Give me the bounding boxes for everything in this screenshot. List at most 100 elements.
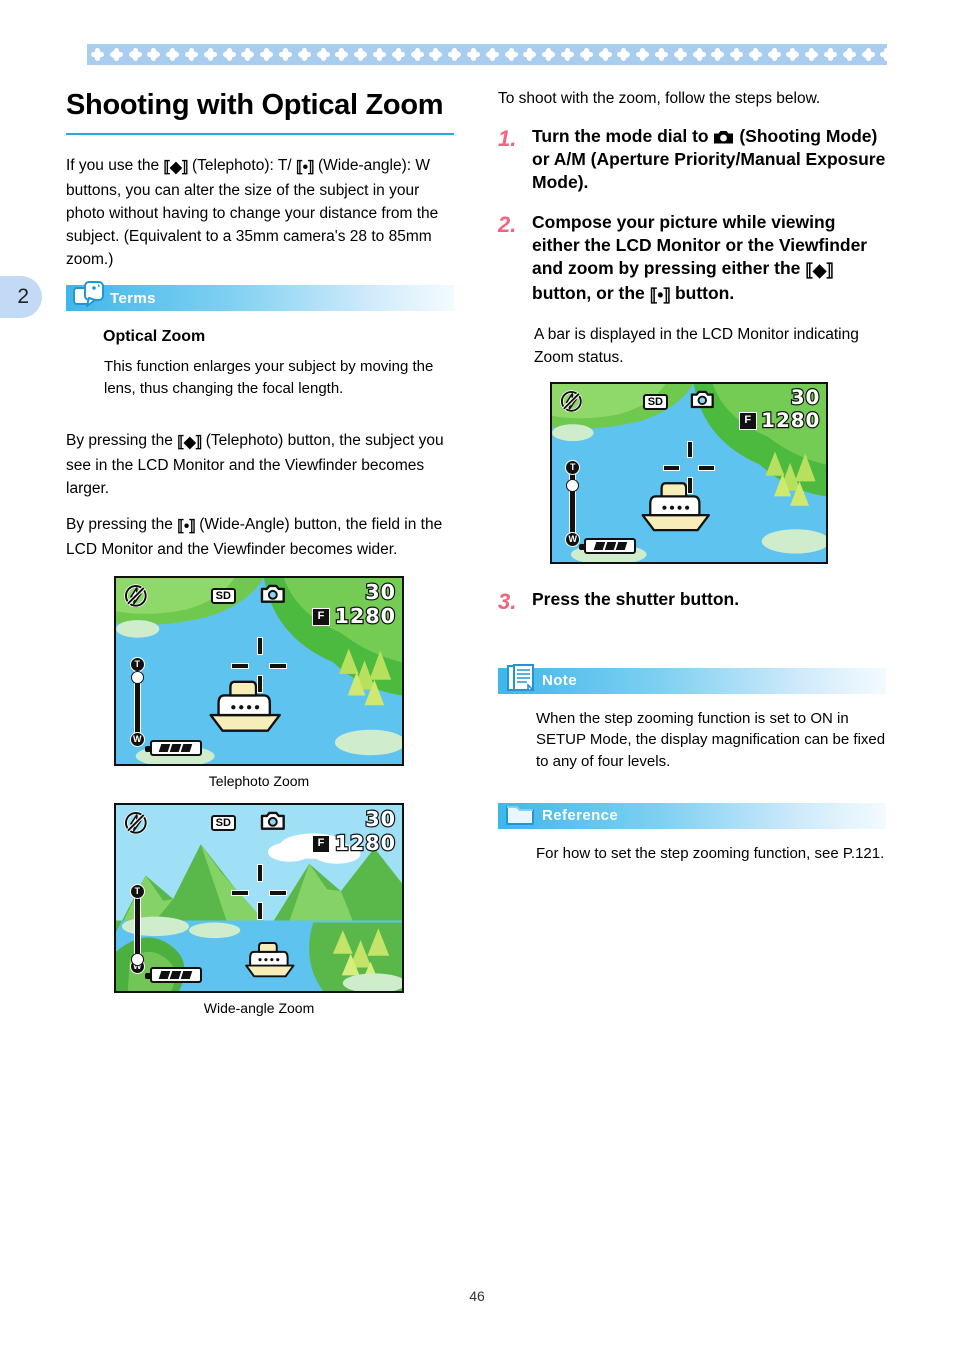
camera-mode-icon [714, 130, 734, 144]
focus-mark-bottom [257, 674, 263, 693]
zoom-status-illustration: SD 30 F 1280 T W [550, 382, 886, 564]
zoom-tele-cap: T [565, 459, 581, 475]
flash-off-icon [124, 810, 148, 835]
header-motif [560, 48, 574, 61]
header-motif [241, 48, 255, 61]
header-motif [786, 48, 800, 61]
header-motif [410, 48, 424, 61]
decorative-header-band [87, 44, 887, 65]
focus-mark-top [257, 637, 263, 656]
focus-mark-right [268, 889, 287, 896]
title-underline [66, 133, 454, 136]
zoom-tele-cap: T [129, 883, 145, 899]
terms-callout-label: Terms [110, 289, 156, 307]
shots-remaining: 30 [364, 806, 396, 832]
telephoto-button-icon: ⟦◆⟧ [805, 260, 834, 281]
image-resolution: F 1280 [312, 602, 397, 629]
page-number: 46 [469, 1288, 485, 1304]
header-motif [842, 48, 856, 61]
focus-mark-bottom [257, 901, 263, 920]
header-motif [654, 48, 668, 61]
header-motif [748, 48, 762, 61]
sd-card-badge: SD [642, 392, 668, 410]
shots-remaining: 30 [790, 385, 821, 410]
header-motif [429, 48, 443, 61]
note-callout-header: Note [498, 663, 886, 694]
steps-lead-in: To shoot with the zoom, follow the steps… [498, 90, 821, 107]
telephoto-button-icon: ⟦◆⟧ [163, 159, 188, 177]
lcd-screen-wide-angle: SD 30 F 1280 T W [114, 802, 404, 993]
battery-indicator [579, 538, 637, 555]
zoom-bar-knob[interactable] [566, 478, 580, 492]
header-motif [598, 48, 612, 61]
header-motif [466, 48, 480, 61]
sd-card-label: SD [210, 587, 236, 604]
zoom-level-bar: T W [565, 459, 581, 547]
sd-card-label: SD [210, 814, 236, 831]
focus-mark [231, 637, 287, 693]
wide-angle-paragraph: By pressing the ⟦•⟧ (Wide-Angle) button,… [66, 516, 443, 559]
zoom-bar-knob[interactable] [130, 952, 144, 966]
header-motif [767, 48, 781, 61]
image-resolution: F 1280 [738, 407, 821, 433]
telephoto-button-icon: ⟦◆⟧ [177, 433, 202, 451]
terms-callout-header: Terms [66, 281, 454, 312]
focus-mark-top [687, 440, 693, 458]
page-title: Shooting with Optical Zoom [66, 89, 444, 121]
header-motif [636, 48, 650, 61]
reference-callout-label: Reference [542, 807, 619, 825]
step-1: 1. Turn the mode dial to (Shooting Mode)… [498, 125, 886, 194]
lcd-screen-telephoto: SD 30 F 1280 T W [114, 575, 404, 766]
right-column: To shoot with the zoom, follow the steps… [498, 88, 886, 869]
battery-indicator [144, 740, 202, 756]
header-motif [579, 48, 593, 61]
flash-off-icon [559, 389, 583, 413]
header-motif [147, 48, 161, 61]
battery-level [579, 538, 637, 555]
document-note-icon [507, 663, 535, 691]
header-motif [109, 48, 123, 61]
header-motif [91, 48, 104, 61]
chapter-tab: 2 [0, 276, 42, 318]
telephoto-caption: Telephoto Zoom [208, 772, 310, 789]
sd-card-label: SD [642, 393, 668, 410]
header-motif [673, 48, 687, 61]
intro-paragraph: If you use the ⟦◆⟧ (Telephoto): T/ ⟦•⟧ (… [66, 157, 439, 268]
shots-remaining-value: 30 [364, 579, 397, 605]
reference-callout-body: For how to set the step zooming function… [498, 833, 886, 869]
zoom-level-bar: T W [129, 883, 145, 975]
battery-level [144, 740, 202, 756]
header-motif [824, 48, 838, 61]
header-motif [730, 48, 744, 61]
header-motif [448, 48, 462, 61]
battery-indicator [144, 967, 202, 983]
focus-mark [231, 864, 287, 920]
step-2: 2. Compose your picture while viewing ei… [498, 211, 886, 307]
zoom-level-bar: T W [129, 656, 145, 748]
lcd-screen-zoom-status: SD 30 F 1280 T W [550, 382, 828, 564]
note-text: When the step zooming function is set to… [536, 709, 886, 771]
wide-angle-caption: Wide-angle Zoom [203, 999, 315, 1016]
header-motif [316, 48, 330, 61]
header-motif [128, 48, 142, 61]
step-2-text: Compose your picture while viewing eithe… [532, 211, 886, 307]
battery-level [144, 967, 202, 983]
header-motif [485, 48, 499, 61]
header-motif [504, 48, 518, 61]
focus-mark-left [662, 465, 680, 472]
wide-angle-button-icon: ⟦•⟧ [649, 285, 671, 306]
header-motif [711, 48, 725, 61]
focus-mark-top [257, 864, 263, 883]
header-motif [391, 48, 405, 61]
note-callout-label: Note [542, 672, 577, 689]
focus-mark [662, 440, 716, 494]
terms-subtitle: Optical Zoom [103, 328, 206, 346]
camera-icon [260, 583, 286, 605]
step-2-note: A bar is displayed in the LCD Monitor in… [534, 326, 859, 367]
zoom-bar-knob[interactable] [130, 671, 144, 685]
resolution-value: 1280 [333, 602, 397, 628]
header-motif [222, 48, 236, 61]
header-motif [184, 48, 198, 61]
header-motif [297, 48, 311, 61]
focus-mark-bottom [687, 476, 693, 494]
